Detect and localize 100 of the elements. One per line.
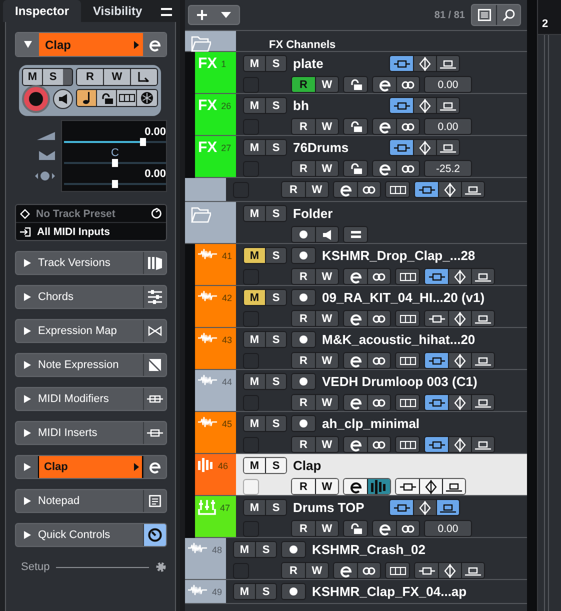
- toggle-button[interactable]: S: [255, 542, 276, 557]
- link-icon[interactable]: [372, 356, 386, 364]
- expand-triangle-icon[interactable]: [23, 326, 32, 336]
- link-button[interactable]: [357, 563, 380, 578]
- monitor-mode-button[interactable]: [471, 395, 494, 410]
- toggle-button[interactable]: M: [244, 98, 265, 113]
- monitor-mode-button[interactable]: [390, 500, 413, 515]
- toggle-button[interactable]: S: [265, 416, 286, 431]
- edit-e-icon[interactable]: [378, 522, 392, 536]
- toggle-button[interactable]: W: [315, 161, 338, 176]
- freeze-button[interactable]: [137, 90, 157, 106]
- track-checkbox[interactable]: [243, 352, 259, 368]
- toggle-button[interactable]: W: [315, 437, 338, 452]
- toggle-button[interactable]: R: [292, 161, 315, 176]
- toggle-button[interactable]: W: [315, 521, 338, 536]
- toggle-button[interactable]: R: [292, 311, 315, 326]
- midi-input-field[interactable]: All MIDI Inputs: [37, 226, 110, 238]
- link-icon[interactable]: [372, 398, 386, 406]
- volume-value[interactable]: -25.2: [425, 161, 471, 176]
- toggle-button[interactable]: M: [244, 416, 265, 431]
- link-button[interactable]: [367, 353, 390, 368]
- double-bar-icon[interactable]: [350, 231, 360, 238]
- lanes-button[interactable]: [117, 90, 137, 106]
- expand-triangle-icon[interactable]: [23, 462, 32, 472]
- track-color-strip[interactable]: 46: [195, 454, 236, 495]
- lock-icon[interactable]: [350, 121, 362, 132]
- toggle-button[interactable]: S: [255, 584, 276, 599]
- monitor-mode-button[interactable]: [413, 98, 436, 113]
- link-icon[interactable]: [372, 440, 386, 448]
- monitor-mode-button[interactable]: [415, 182, 438, 197]
- expand-triangle-icon[interactable]: [23, 394, 32, 404]
- toggle-button[interactable]: M: [244, 458, 265, 473]
- record-dot-icon[interactable]: [289, 587, 298, 596]
- toggle-button[interactable]: M: [234, 584, 255, 599]
- inspector-section[interactable]: Expression Map: [15, 319, 167, 343]
- record-dot-icon[interactable]: [299, 293, 308, 302]
- toggle-button[interactable]: S: [265, 206, 286, 221]
- monitor-mode-button[interactable]: [448, 311, 471, 326]
- edit-button[interactable]: [344, 395, 367, 410]
- track-color-strip[interactable]: 42: [195, 286, 236, 327]
- monitor-mode-button[interactable]: [461, 563, 484, 578]
- reset-icon[interactable]: [151, 208, 162, 219]
- monitor-mode-button[interactable]: [471, 437, 494, 452]
- toggle-button[interactable]: S: [265, 248, 286, 263]
- edit-e-icon[interactable]: [348, 480, 362, 494]
- inspector-tab[interactable]: Visibility: [81, 0, 154, 22]
- link-button[interactable]: [396, 119, 419, 134]
- expand-triangle-icon[interactable]: [23, 292, 32, 302]
- monitor-mode-button[interactable]: [436, 98, 459, 113]
- edit-e-icon[interactable]: [348, 312, 362, 326]
- link-icon[interactable]: [362, 186, 376, 194]
- toggle-button[interactable]: W: [315, 269, 338, 284]
- track-color-strip[interactable]: 41: [195, 244, 236, 285]
- monitor-mode-button[interactable]: [425, 353, 448, 368]
- toggle-button[interactable]: R: [292, 119, 315, 134]
- monitor-button[interactable]: [53, 89, 73, 109]
- toggle-button[interactable]: M: [244, 290, 265, 305]
- toggle-button[interactable]: M: [244, 140, 265, 155]
- toggle-button[interactable]: W: [315, 395, 338, 410]
- menu-icon[interactable]: [161, 8, 172, 16]
- record-dot-icon[interactable]: [299, 251, 308, 260]
- section-icon-button[interactable]: [143, 524, 166, 546]
- toggle-button[interactable]: M: [244, 206, 265, 221]
- edit-e-icon[interactable]: [148, 460, 162, 474]
- settings-icon[interactable]: [155, 561, 167, 573]
- monitor-mode-button[interactable]: [438, 182, 461, 197]
- solo-button[interactable]: S: [43, 69, 63, 85]
- fader-thumb[interactable]: [112, 159, 118, 167]
- monitor-mode-button[interactable]: [448, 269, 471, 284]
- toggle-button[interactable]: M: [244, 332, 265, 347]
- scrollbar-track[interactable]: [527, 0, 537, 611]
- musical-mode-button[interactable]: [77, 90, 97, 106]
- monitor-button[interactable]: [315, 227, 338, 242]
- track-checkbox[interactable]: [243, 268, 259, 284]
- edit-button[interactable]: [373, 119, 396, 134]
- monitor-mode-button[interactable]: [413, 56, 436, 71]
- track-checkbox[interactable]: [243, 310, 259, 326]
- link-button[interactable]: [396, 161, 419, 176]
- track-color-strip[interactable]: FX 1: [195, 52, 236, 93]
- record-button[interactable]: [292, 227, 315, 242]
- routing-button[interactable]: [131, 69, 157, 85]
- edit-e-icon[interactable]: [338, 182, 352, 196]
- monitor-mode-button[interactable]: [390, 140, 413, 155]
- edit-button[interactable]: [143, 33, 166, 56]
- link-button[interactable]: [367, 437, 390, 452]
- toggle-button[interactable]: S: [265, 458, 286, 473]
- speaker-icon[interactable]: [323, 230, 331, 240]
- inspector-tab[interactable]: Inspector: [3, 0, 82, 22]
- monitor-mode-button[interactable]: [448, 395, 471, 410]
- monitor-mode-button[interactable]: [425, 269, 448, 284]
- monitor-mode-button[interactable]: [419, 479, 442, 494]
- edit-e-icon[interactable]: [378, 78, 392, 92]
- toggle-button[interactable]: W: [315, 311, 338, 326]
- link-icon[interactable]: [401, 164, 415, 172]
- toggle-button[interactable]: S: [265, 290, 286, 305]
- toggle-button[interactable]: R: [292, 437, 315, 452]
- expand-triangle-icon[interactable]: [23, 530, 32, 540]
- track-color-strip[interactable]: 45: [195, 412, 236, 453]
- toggle-button[interactable]: R: [292, 269, 315, 284]
- toggle-button[interactable]: W: [315, 353, 338, 368]
